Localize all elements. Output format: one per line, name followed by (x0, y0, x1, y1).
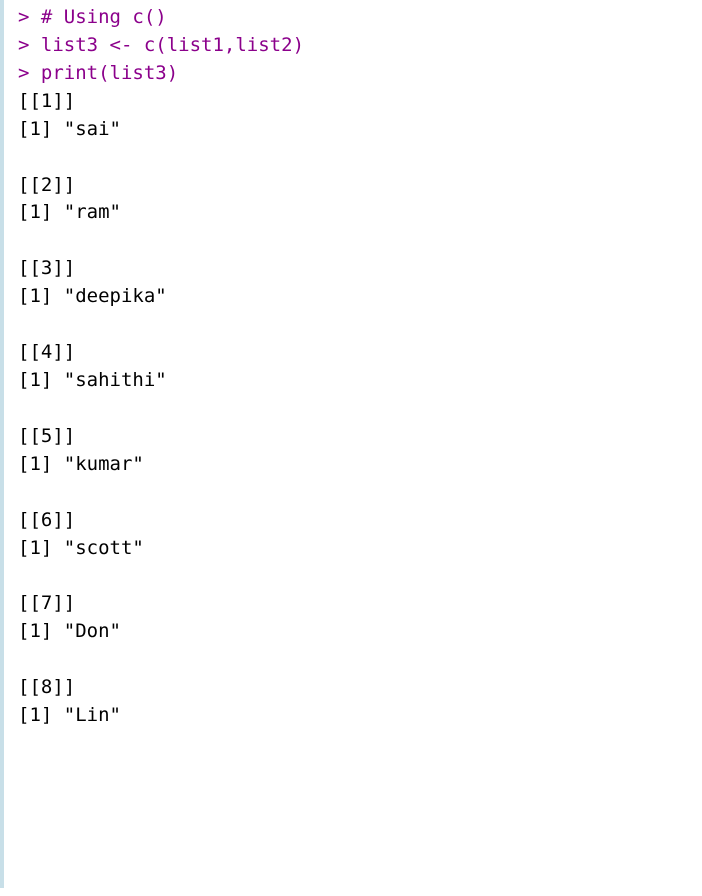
output-value: "Don" (64, 620, 121, 642)
comment-line: # Using c() (41, 6, 167, 28)
output-vec: [1] (18, 453, 52, 475)
output-value: "ram" (64, 201, 121, 223)
r-console[interactable]: > # Using c() > list3 <- c(list1,list2) … (0, 0, 702, 888)
prompt: > (18, 62, 29, 84)
output-vec: [1] (18, 118, 52, 140)
output-value: "sai" (64, 118, 121, 140)
output-vec: [1] (18, 285, 52, 307)
prompt: > (18, 6, 29, 28)
output-vec: [1] (18, 537, 52, 559)
output-index: [[2]] (18, 174, 75, 196)
output-index: [[1]] (18, 90, 75, 112)
output-vec: [1] (18, 201, 52, 223)
output-value: "sahithi" (64, 369, 167, 391)
output-index: [[4]] (18, 341, 75, 363)
output-index: [[8]] (18, 676, 75, 698)
code-line-print: print(list3) (41, 62, 178, 84)
output-vec: [1] (18, 704, 52, 726)
output-index: [[3]] (18, 257, 75, 279)
prompt: > (18, 34, 29, 56)
output-value: "kumar" (64, 453, 144, 475)
output-vec: [1] (18, 369, 52, 391)
output-value: "scott" (64, 537, 144, 559)
output-vec: [1] (18, 620, 52, 642)
output-index: [[6]] (18, 509, 75, 531)
output-index: [[5]] (18, 425, 75, 447)
output-index: [[7]] (18, 592, 75, 614)
output-value: "Lin" (64, 704, 121, 726)
output-value: "deepika" (64, 285, 167, 307)
code-line-assign: list3 <- c(list1,list2) (41, 34, 304, 56)
